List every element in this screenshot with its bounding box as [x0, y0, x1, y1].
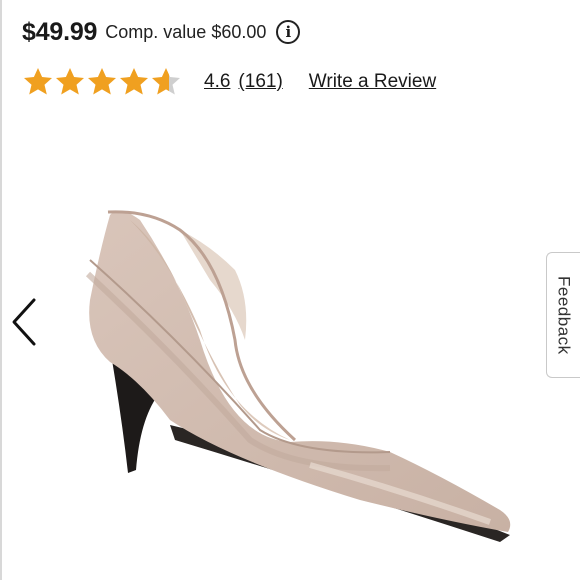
price: $49.99: [22, 17, 98, 46]
chevron-left-icon[interactable]: [8, 296, 40, 348]
review-count-link[interactable]: (161): [238, 71, 282, 93]
write-review-link[interactable]: Write a Review: [309, 71, 436, 93]
star-icon: [88, 68, 116, 95]
product-image: [85, 210, 511, 542]
feedback-tab[interactable]: Feedback: [546, 252, 580, 378]
star-icon: [120, 68, 148, 95]
feedback-label: Feedback: [554, 275, 574, 355]
star-icon: [24, 68, 52, 95]
star-icon: [56, 68, 84, 95]
star-rating[interactable]: [22, 66, 182, 98]
rating-value-link[interactable]: 4.6: [204, 71, 230, 93]
price-row: $49.99 Comp. value $60.00 i: [22, 14, 301, 50]
star-icon: [152, 68, 180, 95]
left-divider: [0, 0, 2, 580]
info-icon[interactable]: i: [276, 20, 301, 44]
rating-row: 4.6 (161) Write a Review: [22, 62, 436, 102]
comp-value: Comp. value $60.00: [105, 21, 267, 42]
